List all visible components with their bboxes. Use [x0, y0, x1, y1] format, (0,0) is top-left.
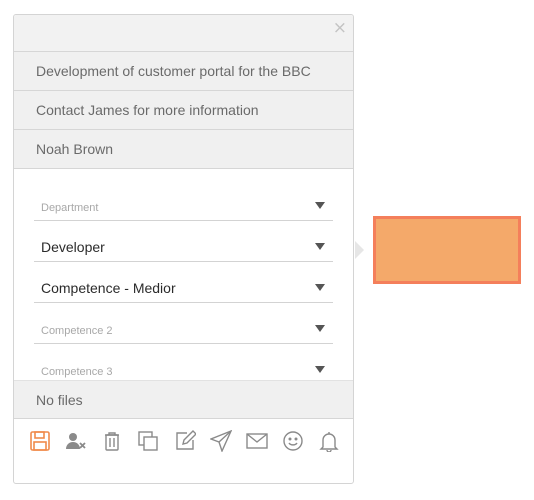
send-icon[interactable] [209, 429, 233, 453]
select-fields-form: Department Developer Competence - Medior… [14, 169, 353, 385]
bell-icon[interactable] [317, 429, 341, 453]
edit-icon[interactable] [173, 429, 197, 453]
department-select[interactable]: Department [34, 193, 333, 221]
chevron-down-icon [315, 366, 325, 373]
department-placeholder: Department [41, 202, 99, 214]
competence-1-select[interactable]: Competence - Medior [34, 262, 333, 303]
remove-user-icon[interactable] [64, 429, 88, 453]
files-section[interactable]: No files [14, 380, 353, 419]
chevron-down-icon [315, 284, 325, 291]
card-toolbar [14, 419, 353, 463]
trash-icon[interactable] [100, 429, 124, 453]
competence-3-select[interactable]: Competence 3 [34, 344, 333, 385]
role-select[interactable]: Developer [34, 221, 333, 262]
connector-arrow [355, 241, 364, 259]
linked-card[interactable] [373, 216, 521, 284]
close-icon[interactable]: × [333, 20, 347, 37]
save-icon[interactable] [28, 429, 52, 453]
chevron-down-icon [315, 243, 325, 250]
note-field[interactable]: Contact James for more information [14, 91, 353, 130]
task-card-panel: × Development of customer portal for the… [13, 14, 354, 484]
description-field[interactable]: Development of customer portal for the B… [14, 52, 353, 91]
copy-icon[interactable] [136, 429, 160, 453]
competence-2-placeholder: Competence 2 [41, 325, 113, 337]
smiley-icon[interactable] [281, 429, 305, 453]
assignee-field[interactable]: Noah Brown [14, 130, 353, 169]
chevron-down-icon [315, 202, 325, 209]
chevron-down-icon [315, 325, 325, 332]
competence-2-select[interactable]: Competence 2 [34, 303, 333, 344]
mail-icon[interactable] [245, 429, 269, 453]
competence-1-value: Competence - Medior [41, 280, 176, 296]
competence-3-placeholder: Competence 3 [41, 366, 113, 378]
card-header-bar: × [14, 15, 353, 52]
role-value: Developer [41, 239, 105, 255]
